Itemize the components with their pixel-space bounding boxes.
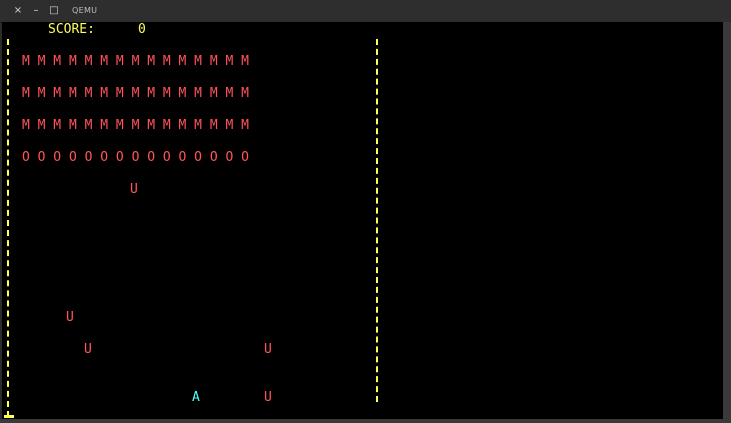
- invader-row: M M M M M M M M M M M M M M M: [22, 118, 249, 133]
- right-wall: [376, 39, 378, 402]
- maximize-icon[interactable]: □: [48, 5, 60, 17]
- window-titlebar: × – □ QEMU: [0, 0, 731, 23]
- enemy-bullet: U: [84, 342, 92, 357]
- left-wall: [7, 39, 9, 417]
- enemy-bullet: U: [264, 390, 272, 405]
- invader-row: M M M M M M M M M M M M M M M: [22, 86, 249, 101]
- window-right-border: [723, 22, 731, 423]
- close-icon[interactable]: ×: [12, 5, 24, 17]
- enemy-bullet: U: [130, 182, 138, 197]
- invader-row: M M M M M M M M M M M M M M M: [22, 54, 249, 69]
- enemy-bullet: U: [264, 342, 272, 357]
- ground-marker: [4, 415, 14, 418]
- score-value: 0: [138, 22, 146, 37]
- invader-row: O O O O O O O O O O O O O O O: [22, 150, 249, 165]
- enemy-bullet: U: [66, 310, 74, 325]
- window-bottom-border: [0, 419, 723, 423]
- player-ship[interactable]: A: [192, 390, 200, 406]
- game-screen[interactable]: SCORE: 0 M M M M M M M M M M M M M M M M…: [2, 22, 723, 419]
- score-label: SCORE:: [48, 22, 95, 37]
- window-title: QEMU: [72, 6, 98, 15]
- minimize-icon[interactable]: –: [30, 5, 42, 17]
